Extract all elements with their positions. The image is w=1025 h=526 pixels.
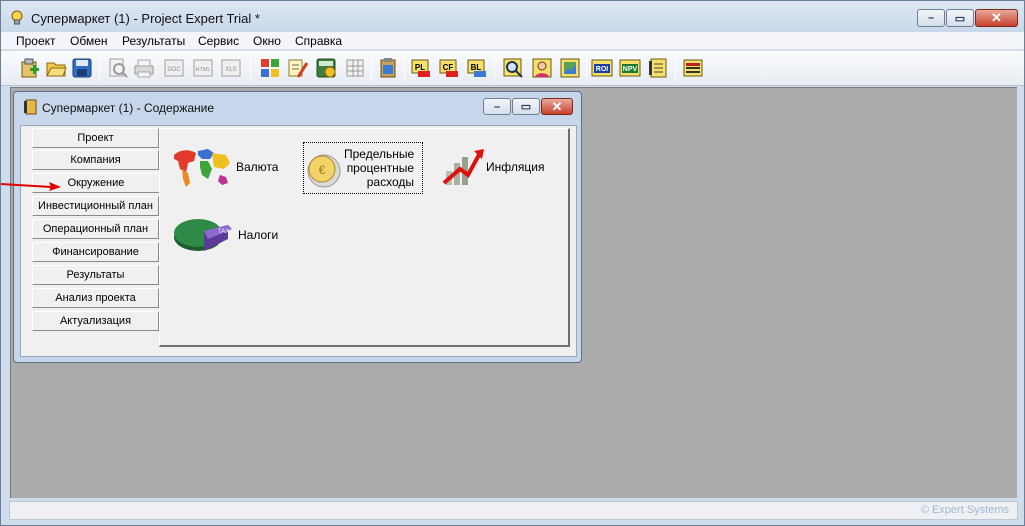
toolbar-separator [99, 56, 100, 81]
annotation-arrow-icon [1, 182, 61, 191]
svg-text:HTML: HTML [196, 67, 211, 73]
toolbar-separator [494, 56, 495, 81]
inflation-item[interactable]: Инфляция [440, 143, 565, 193]
lightbulb-icon [11, 10, 23, 25]
clipboard-icon[interactable] [377, 57, 399, 79]
contents-window: Супермаркет (1) - Содержание – ▭ ✕ Проек… [13, 91, 582, 363]
nav-financing[interactable]: Финансирование [32, 242, 159, 262]
close-button[interactable]: ✕ [975, 9, 1018, 27]
toolbar-separator [371, 56, 372, 81]
interest-expenses-item[interactable]: € Предельные процентные расходы [303, 142, 423, 194]
menu-window[interactable]: Окно [253, 34, 281, 48]
window-controls: – ▭ ✕ [916, 9, 1018, 27]
pl-report-icon[interactable]: PL [410, 57, 432, 79]
nav-project-analysis[interactable]: Анализ проекта [32, 288, 159, 308]
save-icon[interactable] [71, 57, 93, 79]
toolbar: DOC HTML XLS PL CF BL ROI NPV [1, 51, 1024, 86]
minimize-icon: – [927, 12, 935, 24]
coin-icon: € [307, 154, 341, 188]
notebook-icon [24, 99, 37, 115]
menu-results[interactable]: Результаты [122, 34, 185, 48]
svg-text:BL: BL [471, 63, 482, 72]
spreadsheet-icon[interactable] [682, 57, 704, 79]
interest-label-line3: расходы [366, 175, 414, 189]
title-bar: Супермаркет (1) - Project Expert Trial *… [1, 1, 1024, 32]
world-map-icon [174, 149, 230, 187]
taxes-label: Налоги [238, 228, 279, 242]
minimize-icon: – [493, 100, 501, 113]
toolbar-separator [675, 56, 676, 81]
inflation-label: Инфляция [486, 160, 545, 174]
svg-text:CF: CF [443, 63, 454, 72]
close-button[interactable]: ✕ [541, 98, 573, 115]
html-export-icon[interactable]: HTML [192, 57, 214, 79]
user-icon[interactable] [531, 57, 553, 79]
calculator-icon[interactable] [315, 57, 337, 79]
notebook-icon[interactable] [647, 57, 669, 79]
app-window: Супермаркет (1) - Project Expert Trial *… [0, 0, 1025, 526]
contents-window-title: Супермаркет (1) - Содержание [42, 101, 215, 115]
preview-icon[interactable] [107, 57, 129, 79]
environment-panel: Валюта € Предельные процентные расходы И… [159, 128, 570, 347]
nav-actualization[interactable]: Актуализация [32, 311, 159, 331]
menu-project[interactable]: Проект [16, 34, 56, 48]
print-icon[interactable] [133, 57, 155, 79]
npv-icon[interactable]: NPV [619, 57, 641, 79]
magnifier-icon[interactable] [502, 57, 524, 79]
svg-text:TAX: TAX [218, 229, 229, 235]
nav-results[interactable]: Результаты [32, 265, 159, 285]
toolbar-separator [586, 56, 587, 81]
minimize-button[interactable]: – [917, 9, 945, 27]
close-icon: ✕ [551, 98, 563, 114]
svg-text:PL: PL [415, 63, 425, 72]
cf-report-icon[interactable]: CF [438, 57, 460, 79]
roi-icon[interactable]: ROI [591, 57, 613, 79]
inflation-chart-icon [442, 149, 484, 185]
contents-body: Проект Компания Окружение Инвестиционный… [20, 125, 577, 357]
chart-image-icon[interactable] [559, 57, 581, 79]
svg-text:NPV: NPV [623, 66, 638, 73]
xls-export-icon[interactable]: XLS [220, 57, 242, 79]
svg-text:€: € [319, 163, 326, 177]
interest-label-line2: процентные [346, 161, 414, 175]
table-icon[interactable] [344, 57, 366, 79]
maximize-icon: ▭ [520, 101, 532, 113]
close-icon: ✕ [991, 10, 1002, 25]
nav-project[interactable]: Проект [32, 128, 159, 148]
currency-label: Валюта [236, 160, 279, 174]
nav-investment-plan[interactable]: Инвестиционный план [32, 196, 159, 216]
maximize-button[interactable]: ▭ [946, 9, 974, 27]
contents-window-controls: – ▭ ✕ [482, 98, 573, 115]
svg-text:DOC: DOC [167, 67, 181, 73]
edit-notes-icon[interactable] [286, 57, 308, 79]
new-icon[interactable] [19, 57, 41, 79]
open-icon[interactable] [45, 57, 67, 79]
nav-operations-plan[interactable]: Операционный план [32, 219, 159, 239]
svg-text:XLS: XLS [225, 67, 236, 73]
window-title: Супермаркет (1) - Project Expert Trial * [31, 11, 260, 26]
brand-label: © Expert Systems [920, 504, 1009, 516]
toolbar-separator [250, 56, 251, 81]
menu-bar: Проект Обмен Результаты Сервис Окно Спра… [1, 32, 1024, 50]
menu-help[interactable]: Справка [295, 34, 342, 48]
menu-service[interactable]: Сервис [198, 34, 239, 48]
status-bar: © Expert Systems [9, 501, 1018, 520]
maximize-button[interactable]: ▭ [512, 98, 540, 115]
taxes-item[interactable]: TAX Налоги [172, 209, 292, 259]
interest-label-line1: Предельные [344, 147, 415, 161]
menu-exchange[interactable]: Обмен [70, 34, 108, 48]
toolbar-separator [404, 56, 405, 81]
currency-item[interactable]: Валюта [170, 143, 290, 193]
doc-export-icon[interactable]: DOC [163, 57, 185, 79]
minimize-button[interactable]: – [483, 98, 511, 115]
maximize-icon: ▭ [954, 12, 966, 25]
svg-text:ROI: ROI [596, 66, 609, 73]
tax-pie-icon: TAX [174, 219, 232, 251]
bl-report-icon[interactable]: BL [466, 57, 488, 79]
checklist-icon[interactable] [259, 57, 281, 79]
nav-company[interactable]: Компания [32, 150, 159, 170]
